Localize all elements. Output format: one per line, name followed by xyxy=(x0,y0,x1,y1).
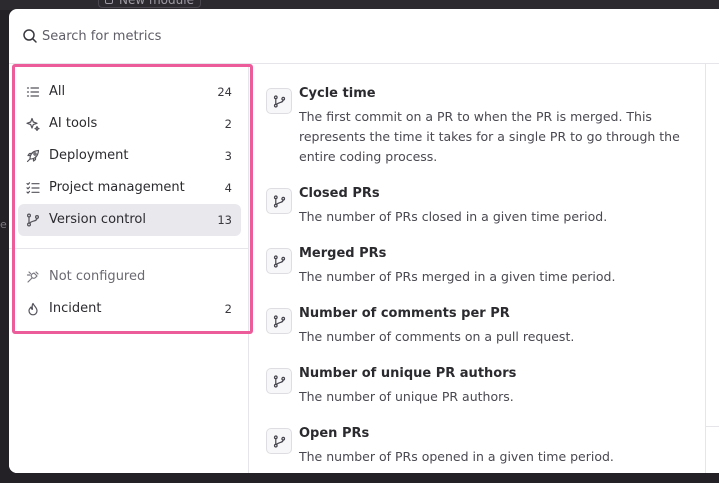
sidebar-divider xyxy=(9,248,249,249)
category-sidebar: All 24 AI tools 2 Deployment 3 Project m… xyxy=(9,64,249,473)
category-version-control[interactable]: Version control 13 xyxy=(18,204,241,236)
category-not-configured[interactable]: Not configured xyxy=(18,261,241,293)
metric-item-cycle-time[interactable]: Cycle time The first commit on a PR to w… xyxy=(266,86,696,168)
metric-description: The number of PRs opened in a given time… xyxy=(299,449,614,464)
metric-item-open-prs[interactable]: Open PRs The number of PRs opened in a g… xyxy=(266,426,696,470)
git-branch-icon xyxy=(27,213,40,227)
category-count: 3 xyxy=(224,149,232,163)
plus-square-icon xyxy=(105,0,113,4)
category-label: Project management xyxy=(49,180,185,195)
preview-pane-edge xyxy=(705,64,719,473)
category-label: Deployment xyxy=(49,148,129,163)
category-count: 4 xyxy=(224,181,232,195)
category-incident[interactable]: Incident 2 xyxy=(18,293,241,325)
background-app-footer xyxy=(0,472,719,483)
new-module-button: New module xyxy=(98,0,201,8)
git-branch-icon xyxy=(273,374,285,388)
category-label: All xyxy=(49,84,66,99)
metric-title: Number of comments per PR xyxy=(299,306,510,321)
category-count: 13 xyxy=(217,213,232,227)
metric-git-branch-icon xyxy=(266,368,292,394)
category-label: Incident xyxy=(49,301,102,316)
preview-pane-divider xyxy=(706,426,719,427)
background-text-fragment: e xyxy=(0,218,7,231)
new-module-label: New module xyxy=(119,0,194,7)
git-branch-icon xyxy=(273,254,285,268)
metrics-list: Cycle time The first commit on a PR to w… xyxy=(250,64,705,473)
git-branch-icon xyxy=(273,314,285,328)
category-label: Version control xyxy=(49,212,146,227)
category-label: AI tools xyxy=(49,116,98,131)
metric-title: Closed PRs xyxy=(299,186,380,201)
metric-description: The number of PRs merged in a given time… xyxy=(299,269,616,284)
category-count: 2 xyxy=(224,117,232,131)
rocket-icon xyxy=(26,149,40,163)
search-bar xyxy=(9,9,719,64)
metric-description: The number of comments on a pull request… xyxy=(299,329,575,344)
category-project-management[interactable]: Project management 4 xyxy=(18,172,241,204)
category-count: 24 xyxy=(217,85,232,99)
category-label: Not configured xyxy=(49,269,146,284)
metric-item-unique-pr-authors[interactable]: Number of unique PR authors The number o… xyxy=(266,366,696,410)
category-count: 2 xyxy=(224,302,232,316)
metrics-picker-modal: All 24 AI tools 2 Deployment 3 xyxy=(9,9,719,473)
search-icon xyxy=(23,29,37,43)
search-input[interactable] xyxy=(42,25,542,47)
metric-item-merged-prs[interactable]: Merged PRs The number of PRs merged in a… xyxy=(266,246,696,290)
metric-title: Cycle time xyxy=(299,86,376,101)
flame-icon xyxy=(28,302,38,316)
category-deployment[interactable]: Deployment 3 xyxy=(18,140,241,172)
metric-git-branch-icon xyxy=(266,188,292,214)
plug-disconnected-icon xyxy=(26,271,39,283)
metric-title: Open PRs xyxy=(299,426,370,441)
metric-description: The number of unique PR authors. xyxy=(299,389,514,404)
metric-item-closed-prs[interactable]: Closed PRs The number of PRs closed in a… xyxy=(266,186,696,230)
metric-git-branch-icon xyxy=(266,248,292,274)
checklist-icon xyxy=(26,182,40,194)
metric-title: Merged PRs xyxy=(299,246,387,261)
metric-title: Number of unique PR authors xyxy=(299,366,517,381)
metric-git-branch-icon xyxy=(266,308,292,334)
metric-git-branch-icon xyxy=(266,428,292,454)
sparkles-icon xyxy=(26,117,40,131)
git-branch-icon xyxy=(273,94,285,108)
list-icon xyxy=(26,87,40,97)
metric-item-comments-per-pr[interactable]: Number of comments per PR The number of … xyxy=(266,306,696,350)
category-ai-tools[interactable]: AI tools 2 xyxy=(18,108,241,140)
metric-git-branch-icon xyxy=(266,88,292,114)
category-all[interactable]: All 24 xyxy=(18,76,241,108)
git-branch-icon xyxy=(273,434,285,448)
metric-description: The number of PRs closed in a given time… xyxy=(299,209,608,224)
git-branch-icon xyxy=(273,194,285,208)
metric-description: The first commit on a PR to when the PR … xyxy=(299,109,680,164)
